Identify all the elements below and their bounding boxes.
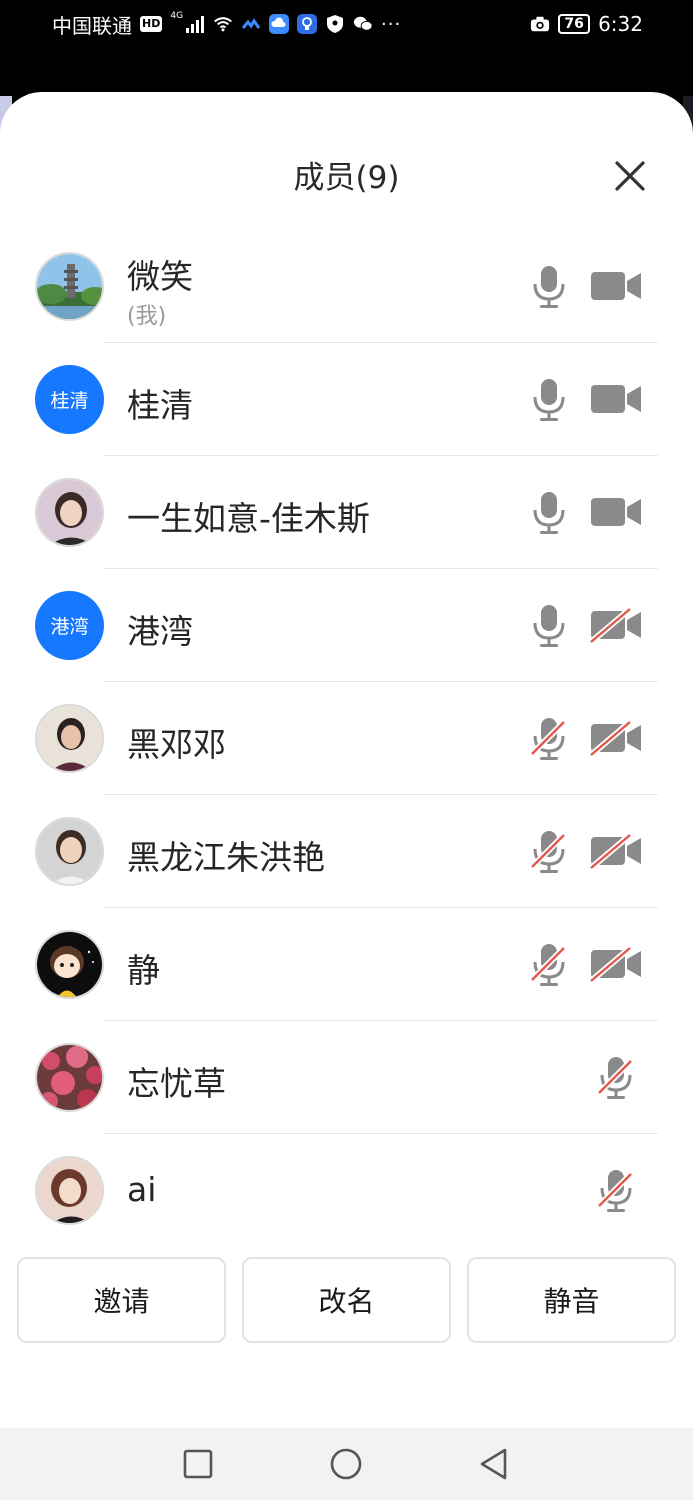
video-camera-icon[interactable] [590,494,642,530]
member-self-tag: (我) [127,304,167,329]
action-bar: 邀请 改名 静音 [17,1257,676,1343]
video-camera-off-icon[interactable] [590,607,642,643]
blossom-photo-icon [37,1045,102,1110]
member-name: 忘忧草 [127,1064,226,1103]
avatar [35,1156,104,1225]
video-camera-off-icon[interactable] [590,833,642,869]
bulb-icon [297,14,318,34]
woman-photo-icon [37,819,102,884]
member-row[interactable]: 静 [0,908,693,1021]
network-type-label: 4G [170,11,184,21]
rename-button[interactable]: 改名 [242,1257,451,1343]
microphone-icon[interactable] [530,603,568,649]
woman-photo-icon [37,1158,102,1223]
member-row[interactable]: ai [0,1134,693,1247]
member-name: 黑龙江朱洪艳 [127,838,325,877]
pagoda-photo-icon [37,254,102,319]
microphone-off-icon[interactable] [597,1168,635,1214]
recents-icon[interactable] [180,1446,216,1482]
avatar [35,1043,104,1112]
member-name: ai [127,1170,157,1209]
microphone-icon[interactable] [530,490,568,536]
avatar [35,252,104,321]
member-row[interactable]: 一生如意-佳木斯 [0,456,693,569]
member-name: 静 [127,951,160,990]
member-list: 微笑 (我) 桂清 桂清 一生如意-佳木斯 港湾 港湾 黑邓邓 黑龙江朱洪艳 静… [0,230,693,1247]
cartoon-girl-icon [37,932,102,997]
mute-all-button[interactable]: 静音 [467,1257,676,1343]
back-icon[interactable] [476,1446,512,1482]
carrier-label: 中国联通 [52,13,132,38]
hd-icon: HD [140,16,163,32]
avatar [35,704,104,773]
avatar: 港湾 [35,591,104,660]
avatar [35,930,104,999]
avatar: 桂清 [35,365,104,434]
camera-icon [530,16,550,32]
status-bar: 中国联通 HD 4G ··· 76 6:32 [0,0,693,48]
microphone-icon[interactable] [530,264,568,310]
member-row[interactable]: 微笑 (我) [0,230,693,343]
status-bar-right: 76 6:32 [530,10,643,38]
more-indicator: ··· [381,13,402,35]
avatar [35,478,104,547]
wechat-icon [353,16,373,31]
cloud-sync-icon [241,18,261,29]
video-camera-off-icon[interactable] [590,720,642,756]
member-row[interactable]: 黑邓邓 [0,682,693,795]
shield-icon [327,15,344,33]
member-name: 微笑 [127,257,193,296]
microphone-off-icon[interactable] [530,716,568,762]
member-name: 一生如意-佳木斯 [127,499,370,538]
member-name: 黑邓邓 [127,725,226,764]
system-nav-bar [0,1428,693,1500]
battery-icon: 76 [558,14,591,34]
member-row[interactable]: 黑龙江朱洪艳 [0,795,693,908]
microphone-icon[interactable] [530,377,568,423]
home-icon[interactable] [328,1446,364,1482]
status-bar-left: 中国联通 HD 4G ··· [52,10,401,38]
clock: 6:32 [598,12,643,36]
avatar [35,817,104,886]
microphone-off-icon[interactable] [530,829,568,875]
invite-button[interactable]: 邀请 [17,1257,226,1343]
members-sheet: 成员(9) 微笑 (我) 桂清 桂清 一生如意-佳木斯 港湾 港湾 黑邓邓 黑龙… [0,92,693,1428]
cloud-icon [269,14,290,34]
video-camera-off-icon[interactable] [590,946,642,982]
video-camera-icon[interactable] [590,381,642,417]
signal-icon [186,16,205,33]
member-row[interactable]: 港湾 港湾 [0,569,693,682]
sheet-title: 成员(9) [293,160,400,196]
member-name: 桂清 [127,386,193,425]
member-row[interactable]: 忘忧草 [0,1021,693,1134]
microphone-off-icon[interactable] [597,1055,635,1101]
woman-photo-icon [37,706,102,771]
video-camera-icon[interactable] [590,268,642,304]
woman-photo-icon [37,480,102,545]
close-icon[interactable] [610,156,650,196]
member-name: 港湾 [127,612,193,651]
member-row[interactable]: 桂清 桂清 [0,343,693,456]
microphone-off-icon[interactable] [530,942,568,988]
wifi-icon [214,17,233,32]
